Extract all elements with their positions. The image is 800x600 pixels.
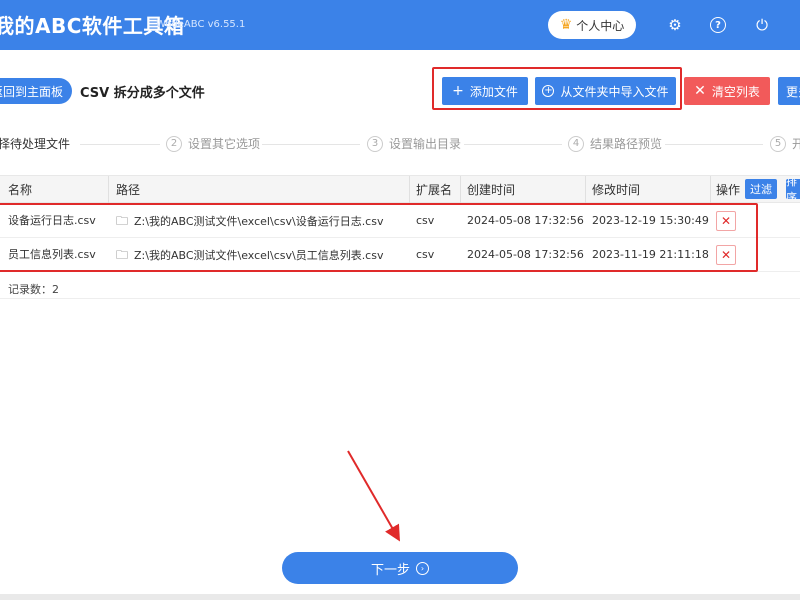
add-file-button[interactable]: + 添加文件: [442, 77, 528, 105]
step-number: 3: [367, 135, 383, 152]
step-label: 选择待处理文件: [0, 137, 71, 151]
filter-button[interactable]: 过滤: [745, 179, 777, 199]
import-folder-label: 从文件夹中导入文件: [560, 84, 669, 99]
step-label: 开始处理: [792, 137, 800, 151]
arrow-right-circle-icon: ›: [416, 561, 429, 575]
sort-button[interactable]: 排序: [786, 179, 800, 199]
list-divider: [0, 298, 800, 299]
close-icon: ✕: [694, 83, 706, 99]
plus-icon: +: [452, 83, 464, 99]
app-header: 我的ABC软件工具箱 WodeABC v6.55.1 ♛ 个人中心 ⚙ ? ⏻: [0, 0, 800, 50]
next-step-button[interactable]: 下一步 ›: [282, 552, 518, 584]
step-number: 5: [770, 135, 786, 152]
table-header: 名称 路径 扩展名 创建时间 修改时间 操作 过滤 排序: [0, 175, 800, 204]
more-label: 更多: [786, 84, 800, 99]
step-result-preview: 4 结果路径预览: [568, 135, 662, 152]
column-header-created[interactable]: 创建时间: [461, 176, 515, 204]
next-step-label: 下一步: [370, 562, 410, 578]
personal-center-button[interactable]: ♛ 个人中心: [548, 11, 636, 39]
step-label: 结果路径预览: [590, 137, 663, 151]
column-header-actions: 操作: [716, 183, 741, 197]
step-connector: [80, 144, 160, 145]
column-header-path[interactable]: 路径: [110, 176, 140, 204]
window-bottom-strip: [0, 594, 800, 600]
column-divider[interactable]: [108, 176, 109, 204]
step-connector: [464, 144, 562, 145]
record-count: 记录数：2: [8, 283, 59, 296]
step-output-dir: 3 设置输出目录: [367, 135, 461, 152]
clear-list-button[interactable]: ✕ 清空列表: [684, 77, 770, 105]
personal-center-label: 个人中心: [576, 18, 625, 33]
page-title: CSV 拆分成多个文件: [80, 86, 205, 101]
import-folder-button[interactable]: + 从文件夹中导入文件: [535, 77, 676, 105]
help-icon[interactable]: ?: [706, 13, 730, 37]
file-rows-highlight: [0, 203, 758, 272]
crown-icon: ♛: [559, 17, 573, 33]
power-icon[interactable]: ⏻: [750, 13, 774, 37]
add-file-label: 添加文件: [469, 84, 518, 99]
step-other-options: 2 设置其它选项: [166, 135, 260, 152]
step-number: 4: [568, 135, 584, 152]
settings-gear-icon[interactable]: ⚙: [663, 13, 687, 37]
step-start: 5 开始处理: [770, 135, 800, 152]
column-header-name[interactable]: 名称: [2, 176, 32, 204]
column-header-modified[interactable]: 修改时间: [586, 176, 640, 204]
step-label: 设置其它选项: [188, 137, 261, 151]
step-connector: [262, 144, 360, 145]
column-header-extension[interactable]: 扩展名: [410, 176, 452, 204]
step-label: 设置输出目录: [389, 137, 462, 151]
more-button[interactable]: 更多: [778, 77, 800, 105]
clear-list-label: 清空列表: [711, 84, 760, 99]
plus-circle-icon: +: [542, 85, 555, 97]
app-version: WodeABC v6.55.1: [156, 19, 246, 30]
step-number: 2: [166, 135, 182, 152]
step-connector: [665, 144, 763, 145]
back-to-main-button[interactable]: 返回到主面板: [0, 78, 72, 104]
step-select-files: 选择待处理文件: [0, 135, 70, 152]
